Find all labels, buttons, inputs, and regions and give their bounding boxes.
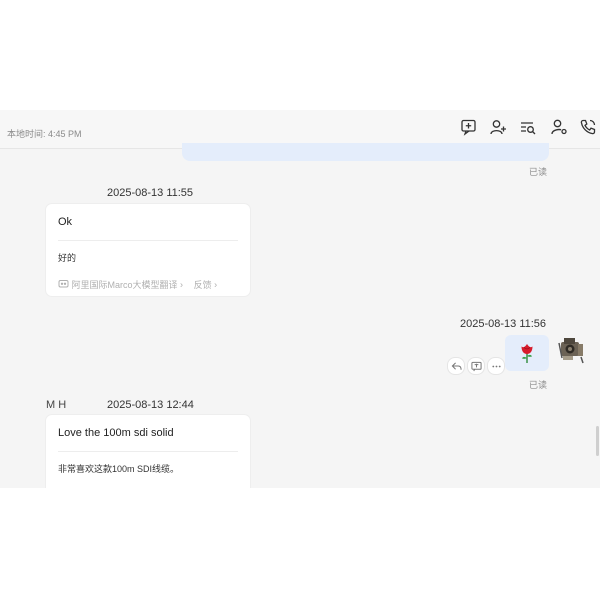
message-bubble	[182, 143, 549, 161]
search-list-icon[interactable]	[519, 118, 537, 136]
message-list[interactable]: 已读 2025-08-13 11:55 Ok 好的 阿里国际Marco大模型翻译…	[0, 143, 600, 488]
message-bubble	[505, 335, 549, 371]
message-original: Ok	[58, 216, 73, 228]
chevron-right-icon: ›	[180, 279, 184, 290]
user-settings-icon[interactable]	[550, 118, 568, 136]
divider	[58, 451, 238, 452]
feedback-link[interactable]: 反馈	[194, 280, 212, 290]
chevron-right-icon: ›	[214, 279, 218, 290]
message-timestamp: 2025-08-13 12:44	[107, 399, 194, 411]
chat-window: 本地时间: 4:45 PM 已读 2025-08-13 11:55 Ok 好的 …	[0, 110, 600, 488]
more-icon[interactable]	[487, 357, 505, 375]
rose-icon	[521, 344, 533, 363]
reply-icon[interactable]	[447, 357, 465, 375]
message-card: Love the 100m sdi solid 非常喜欢这款100m SDI线缆…	[46, 415, 250, 488]
read-status: 已读	[529, 380, 548, 390]
add-contact-icon[interactable]	[489, 118, 507, 136]
add-note-icon[interactable]	[460, 118, 478, 136]
robot-icon	[58, 279, 72, 291]
message-timestamp: 2025-08-13 11:56	[460, 318, 547, 330]
scrollbar[interactable]	[596, 426, 599, 456]
message-actions	[447, 357, 505, 377]
translate-icon[interactable]	[467, 357, 485, 375]
translator-link[interactable]: 阿里国际Marco大模型翻译	[72, 280, 178, 290]
translation-footer: 阿里国际Marco大模型翻译 › 反馈 ›	[58, 278, 217, 291]
avatar[interactable]	[556, 333, 586, 365]
sender-name: M H	[46, 399, 67, 411]
message-translation: 好的	[58, 253, 77, 263]
message-timestamp: 2025-08-13 11:55	[107, 187, 194, 199]
phone-icon[interactable]	[579, 118, 597, 136]
read-status: 已读	[529, 167, 548, 177]
message-translation: 非常喜欢这款100m SDI线缆。	[58, 464, 180, 474]
local-time: 本地时间: 4:45 PM	[7, 129, 82, 139]
message-card: Ok 好的 阿里国际Marco大模型翻译 › 反馈 ›	[46, 204, 250, 296]
divider	[58, 240, 238, 241]
message-original: Love the 100m sdi solid	[58, 427, 174, 439]
